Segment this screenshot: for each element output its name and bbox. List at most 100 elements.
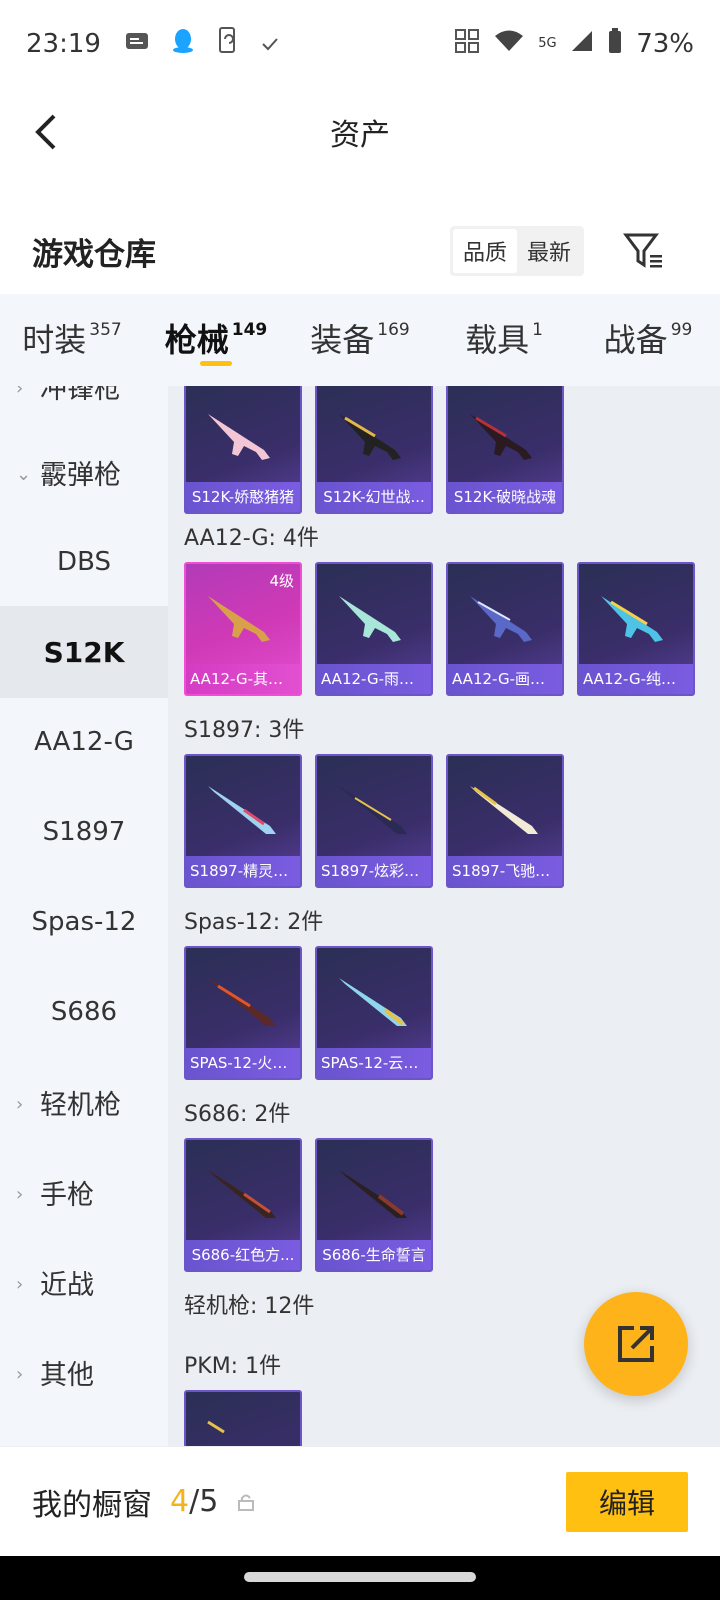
sort-quality-option[interactable]: 品质 bbox=[452, 229, 517, 273]
sidebar-item-spas12[interactable]: Spas-12 bbox=[0, 876, 168, 968]
sidebar-item-label: 轻机枪 bbox=[40, 1089, 121, 1121]
share-icon bbox=[618, 1326, 654, 1362]
sidebar-item-label: 霰弹枪 bbox=[40, 459, 121, 491]
weapon-card[interactable]: S12K-幻世战... bbox=[315, 386, 433, 514]
sidebar-item-label: 手枪 bbox=[40, 1179, 94, 1211]
edit-button[interactable]: 编辑 bbox=[566, 1471, 688, 1532]
weapon-card-label: S12K-幻世战... bbox=[317, 482, 431, 512]
shotgun-skin-icon bbox=[208, 414, 270, 460]
sidebar-item-dbs[interactable]: DBS bbox=[0, 516, 168, 608]
showcase-current: 4 bbox=[170, 1484, 190, 1519]
group-label: Spas-12: 2件 bbox=[184, 910, 324, 935]
chevron-down-icon: ⌄ bbox=[16, 464, 32, 485]
weapon-card[interactable]: S1897-飞驰魅... bbox=[446, 754, 564, 888]
weapon-card[interactable]: S686-生命誓言 bbox=[315, 1138, 433, 1272]
shotgun-skin-icon bbox=[470, 596, 532, 642]
qq-icon bbox=[171, 28, 195, 61]
weapon-card-label: S686-红色方... bbox=[186, 1240, 300, 1270]
chevron-right-icon: › bbox=[16, 386, 24, 399]
sidebar-item-aa12g[interactable]: AA12-G bbox=[0, 696, 168, 788]
chevron-right-icon: › bbox=[16, 1364, 24, 1385]
shotgun-skin-icon bbox=[601, 596, 663, 642]
showcase-count: 4/5 bbox=[170, 1484, 218, 1519]
group-label: PKM: 1件 bbox=[184, 1354, 282, 1379]
chevron-right-icon: › bbox=[16, 1094, 24, 1115]
category-tabs: 时装 357 枪械 149 装备 169 载具 1 战备 99 bbox=[0, 294, 720, 386]
tab-label: 时装 bbox=[22, 321, 87, 359]
weapon-card[interactable]: 4级 AA12-G-其乐... bbox=[184, 562, 302, 696]
sidebar-item-s1897[interactable]: S1897 bbox=[0, 786, 168, 878]
weapon-card[interactable]: S12K-娇憨猪猪 bbox=[184, 386, 302, 514]
sidebar-item-s686[interactable]: S686 bbox=[0, 966, 168, 1058]
group-label: AA12-G: 4件 bbox=[184, 526, 319, 551]
shotgun-skin-icon bbox=[339, 596, 401, 642]
showcase-bar: 我的橱窗 4/5 编辑 bbox=[0, 1446, 720, 1556]
tab-equipment[interactable]: 装备 169 bbox=[288, 294, 432, 386]
weapon-card-label: S1897-炫彩节... bbox=[317, 856, 431, 886]
shotgun-skin-icon bbox=[470, 414, 532, 460]
weapon-card-label: AA12-G-其乐... bbox=[186, 664, 300, 694]
sort-toggle: 品质 最新 bbox=[449, 226, 584, 276]
tab-label: 载具 bbox=[465, 321, 530, 359]
chevron-left-icon bbox=[35, 114, 56, 150]
sidebar-item-other[interactable]: › 其他 bbox=[0, 1326, 168, 1418]
sidebar-item-shotgun[interactable]: ⌄ 霰弹枪 bbox=[0, 426, 168, 518]
share-button[interactable] bbox=[584, 1292, 688, 1396]
sort-newest-option[interactable]: 最新 bbox=[517, 229, 581, 273]
sidebar-item-label: Spas-12 bbox=[31, 907, 137, 937]
status-time: 23:19 bbox=[26, 29, 101, 59]
weapon-card-label: AA12-G-画境... bbox=[448, 664, 562, 694]
weapon-card-label: AA12-G-雨过... bbox=[317, 664, 431, 694]
tab-fashion[interactable]: 时装 357 bbox=[0, 294, 144, 386]
shotgun-skin-icon bbox=[208, 786, 276, 834]
check-icon bbox=[261, 29, 279, 59]
nfc-icon bbox=[454, 28, 480, 61]
weapon-card[interactable]: S1897-炫彩节... bbox=[315, 754, 433, 888]
tab-count: 149 bbox=[231, 320, 268, 340]
sidebar-item-melee[interactable]: › 近战 bbox=[0, 1236, 168, 1328]
weapon-card-label: AA12-G-纯真... bbox=[579, 664, 693, 694]
sidebar-item-pistol[interactable]: › 手枪 bbox=[0, 1146, 168, 1238]
weapon-card-label: SPAS-12-云朵... bbox=[317, 1048, 431, 1078]
sidebar-item-label: 冲锋枪 bbox=[40, 386, 121, 405]
weapon-card-label: S1897-飞驰魅... bbox=[448, 856, 562, 886]
sidebar-item-label: 近战 bbox=[40, 1269, 94, 1301]
network-label: 5G bbox=[538, 36, 557, 51]
weapon-card[interactable]: S686-红色方... bbox=[184, 1138, 302, 1272]
shotgun-skin-icon bbox=[208, 978, 276, 1026]
sidebar-item-s12k[interactable]: S12K bbox=[0, 606, 168, 698]
sidebar-item-label: DBS bbox=[57, 547, 111, 577]
shotgun-skin-icon bbox=[339, 414, 401, 460]
tab-vehicles[interactable]: 载具 1 bbox=[432, 294, 576, 386]
weapon-card[interactable]: S12K-破晓战魂 bbox=[446, 386, 564, 514]
weapon-card-label: S686-生命誓言 bbox=[317, 1240, 431, 1270]
shotgun-skin-icon bbox=[470, 786, 538, 834]
filter-icon bbox=[623, 233, 662, 268]
weapon-card[interactable] bbox=[184, 1390, 302, 1446]
lmg-skin-icon bbox=[207, 1420, 225, 1434]
weapon-card[interactable]: S1897-精灵梦... bbox=[184, 754, 302, 888]
warehouse-title: 游戏仓库 bbox=[32, 236, 156, 273]
chevron-right-icon: › bbox=[16, 1184, 24, 1205]
sidebar-item-label: 其他 bbox=[40, 1359, 94, 1391]
sidebar-item-label: S12K bbox=[43, 635, 125, 669]
tab-count: 357 bbox=[89, 320, 122, 340]
weapon-card[interactable]: AA12-G-画境... bbox=[446, 562, 564, 696]
status-bar: 23:19 5G 73% bbox=[0, 0, 720, 88]
showcase-label: 我的橱窗 bbox=[32, 1487, 152, 1523]
tab-firearms[interactable]: 枪械 149 bbox=[144, 294, 288, 386]
signal-icon bbox=[570, 29, 594, 60]
back-button[interactable] bbox=[26, 108, 66, 156]
tab-combat-gear[interactable]: 战备 99 bbox=[576, 294, 720, 386]
shotgun-skin-icon bbox=[339, 978, 407, 1026]
weapon-card[interactable]: SPAS-12-云朵... bbox=[315, 946, 433, 1080]
weapon-grid: S12K-娇憨猪猪 S12K-幻世战... S12K-破晓战魂 AA12-G: … bbox=[168, 386, 720, 1446]
tab-label: 装备 bbox=[310, 321, 375, 359]
weapon-card[interactable]: SPAS-12-火熔... bbox=[184, 946, 302, 1080]
weapon-card[interactable]: AA12-G-纯真... bbox=[577, 562, 695, 696]
warehouse-header: 游戏仓库 品质 最新 bbox=[0, 210, 720, 292]
home-gesture-handle[interactable] bbox=[244, 1572, 476, 1582]
weapon-card[interactable]: AA12-G-雨过... bbox=[315, 562, 433, 696]
filter-button[interactable] bbox=[622, 229, 666, 273]
sidebar-item-lmg[interactable]: › 轻机枪 bbox=[0, 1056, 168, 1148]
